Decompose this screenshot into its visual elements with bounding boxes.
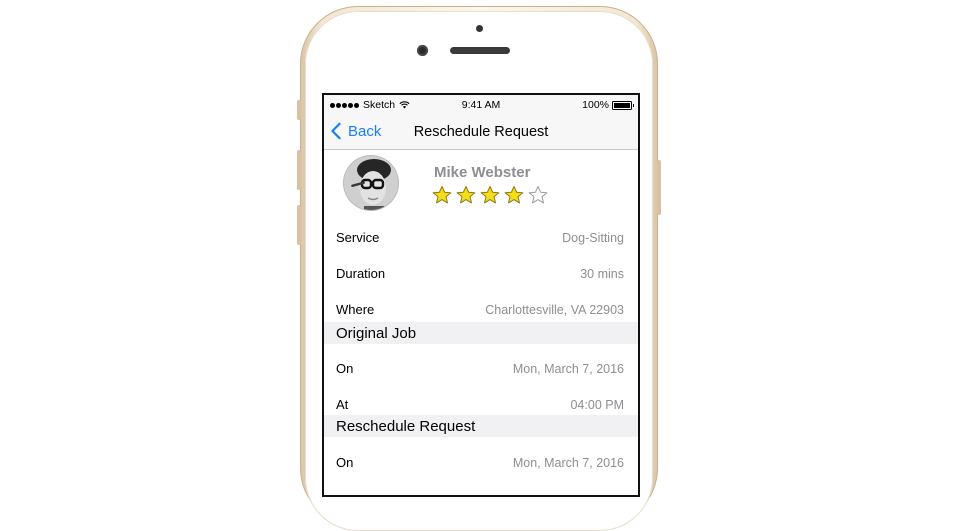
detail-label: At: [336, 397, 349, 412]
section-title: Original Job: [336, 325, 417, 342]
detail-label: On: [336, 361, 354, 376]
volume-up-button: [297, 150, 301, 190]
front-camera-icon: [417, 45, 428, 56]
star-filled-icon: [504, 186, 524, 204]
detail-value: Mon, March 7, 2016: [512, 456, 624, 470]
section-header-reschedule-request: Reschedule Request: [324, 415, 638, 437]
battery-percent: 100%: [582, 99, 609, 111]
star-empty-icon: [528, 186, 548, 204]
detail-value: 30 mins: [580, 267, 624, 281]
section-title: Reschedule Request: [336, 418, 476, 435]
star-filled-icon: [432, 186, 452, 204]
page-title: Reschedule Request: [413, 124, 549, 140]
volume-down-button: [297, 205, 301, 245]
status-bar: Sketch 9:41 AM 100%: [324, 95, 638, 115]
reschedule-row-on: On Mon, March 7, 2016: [324, 446, 638, 482]
original-job-row-on: On Mon, March 7, 2016: [324, 352, 638, 388]
section-header-original-job: Original Job: [324, 322, 638, 344]
star-filled-icon: [456, 186, 476, 204]
battery-icon: [612, 100, 634, 110]
detail-label: Duration: [336, 266, 386, 281]
user-name: Mike Webster: [434, 164, 531, 181]
star-rating: [432, 185, 552, 205]
mute-switch: [297, 100, 301, 120]
power-button: [657, 160, 661, 215]
avatar[interactable]: [344, 156, 398, 210]
phone-screen: Sketch 9:41 AM 100% Back Reschedule Requ…: [322, 93, 640, 497]
detail-value: Mon, March 7, 2016: [512, 362, 624, 376]
earpiece-speaker: [450, 47, 510, 54]
star-filled-icon: [480, 186, 500, 204]
status-right: 100%: [582, 99, 634, 111]
proximity-sensor: [476, 25, 483, 32]
detail-label: On: [336, 455, 354, 470]
detail-label: Service: [336, 230, 380, 245]
avatar-image: [344, 156, 398, 210]
navigation-bar: Back Reschedule Request: [324, 115, 638, 150]
detail-value: 04:00 PM: [570, 398, 624, 412]
detail-row-duration: Duration 30 mins: [324, 257, 638, 293]
profile-header: Mike Webster: [324, 150, 638, 220]
detail-row-service: Service Dog-Sitting: [324, 221, 638, 257]
detail-value: Dog-Sitting: [562, 231, 624, 245]
detail-value: Charlottesville, VA 22903: [485, 303, 624, 317]
detail-label: Where: [336, 302, 375, 317]
